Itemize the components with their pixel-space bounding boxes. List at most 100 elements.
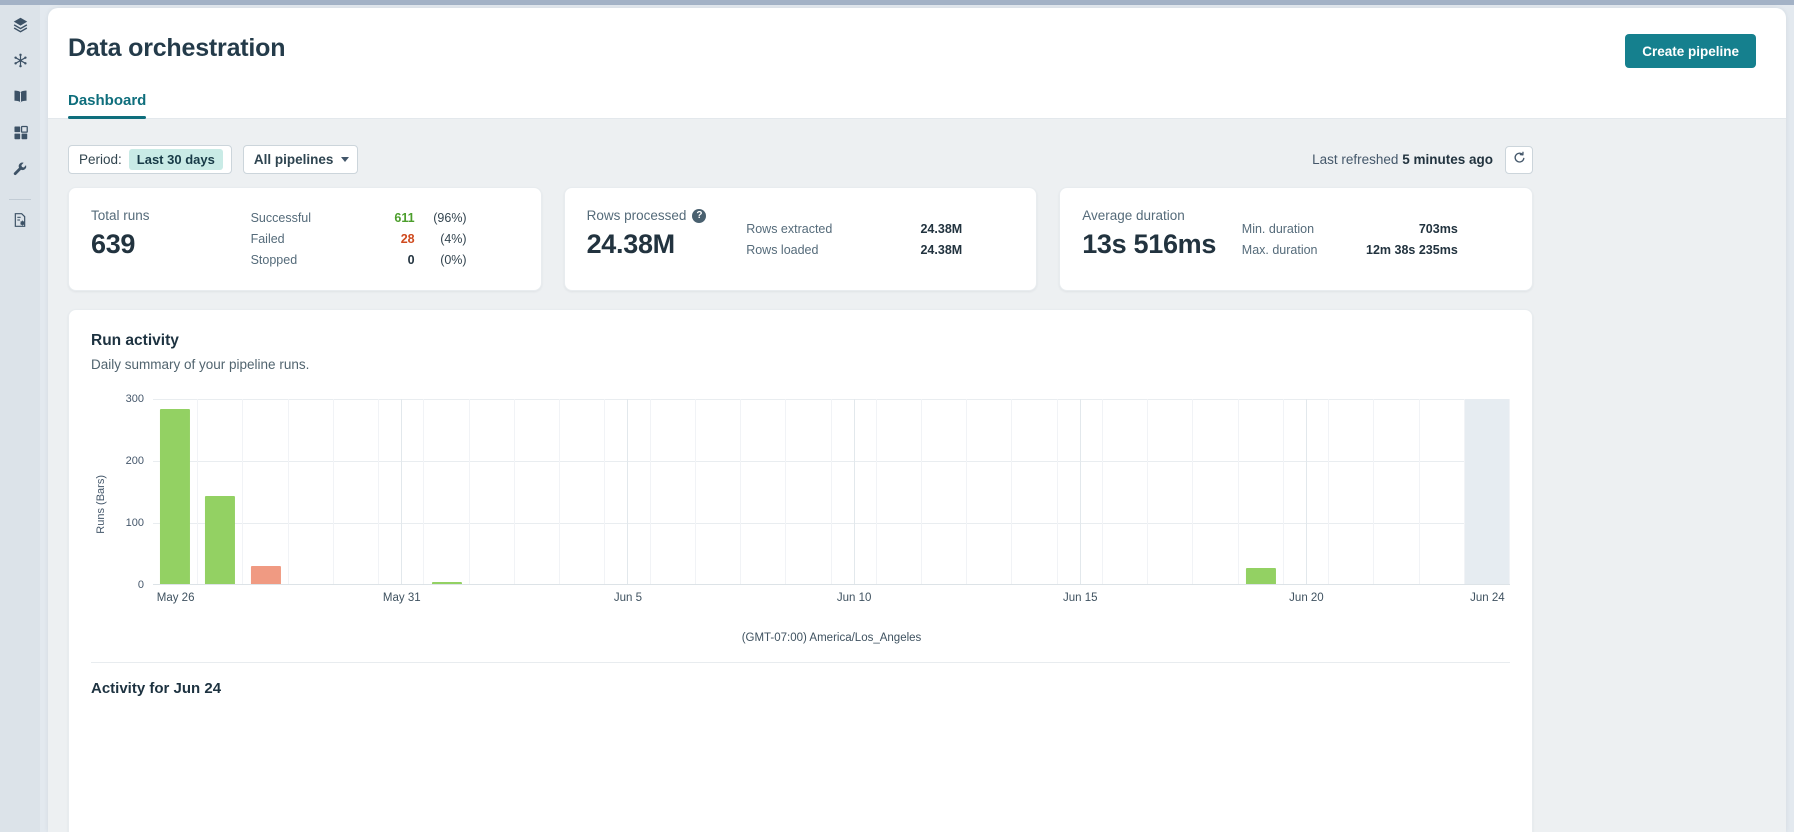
chart-bar-success[interactable] [160, 409, 191, 584]
run-activity-subtitle: Daily summary of your pipeline runs. [91, 357, 310, 372]
successful-count: 611 [394, 211, 415, 225]
chart-plot [153, 399, 1511, 585]
pipeline-filter-value: All pipelines [253, 152, 334, 167]
rows-loaded-label: Rows loaded [746, 242, 819, 257]
successful-pct: (96%) [433, 211, 467, 225]
chart-column [696, 399, 742, 584]
chart-column [877, 399, 922, 584]
chart-column [967, 399, 1013, 584]
chart-column [741, 399, 787, 584]
grid-icon [12, 124, 29, 146]
chart-column-highlighted [1464, 399, 1511, 584]
chart-column [153, 399, 199, 584]
total-runs-label: Total runs [91, 208, 150, 223]
x-tick-label: Jun 5 [613, 592, 643, 604]
tab-dashboard[interactable]: Dashboard [68, 92, 147, 119]
chevron-down-icon [341, 157, 350, 162]
average-duration-card: Average duration 13s 516ms Min. duration… [1059, 187, 1533, 291]
x-tick-label: Jun 10 [836, 592, 872, 604]
rows-loaded-value: 24.38M [920, 242, 963, 257]
sidebar-item-settings-tools[interactable] [6, 157, 34, 185]
sidebar-item-logs[interactable] [6, 208, 34, 236]
sidebar-item-catalog[interactable] [6, 85, 34, 113]
filters-toolbar: Period: Last 30 days All pipelines Last … [68, 145, 1533, 174]
sidebar-item-dashboards[interactable] [6, 121, 34, 149]
rows-extracted-value: 24.38M [920, 221, 963, 236]
page-header: Data orchestration Create pipeline [48, 8, 1786, 68]
section-divider [91, 662, 1510, 663]
v-gridline [401, 399, 403, 584]
x-tick-label: Jun 20 [1289, 592, 1324, 604]
failed-pct: (4%) [440, 232, 467, 246]
wrench-icon [12, 161, 28, 182]
rows-processed-card: Rows processed ? 24.38M Rows extracted 2… [563, 187, 1038, 291]
rows-processed-value: 24.38M [586, 229, 676, 259]
chart-x-axis: May 26 May 31 Jun 5 Jun 10 Jun 15 Jun 20 Jun 2… [153, 592, 1510, 610]
rows-processed-label-text: Rows processed [586, 208, 687, 223]
refresh-icon [1512, 150, 1527, 170]
failed-label: Failed [250, 232, 285, 246]
tab-bar: Dashboard [48, 92, 1786, 119]
max-duration-row: Max. duration 12m 38s 235ms [1242, 243, 1458, 257]
sidebar-item-pipelines[interactable] [6, 13, 34, 41]
chart-column [1058, 399, 1103, 584]
last-refreshed-value: 5 minutes ago [1402, 152, 1493, 167]
v-gridline [1079, 399, 1081, 584]
period-filter[interactable]: Period: Last 30 days [68, 145, 232, 174]
total-runs-value: 639 [91, 229, 136, 259]
failed-row: Failed 28 (4%) [251, 232, 467, 246]
main-panel: Data orchestration Create pipeline Dashb… [48, 8, 1786, 832]
page-title: Data orchestration [68, 34, 286, 62]
stopped-count: 0 [407, 253, 415, 267]
create-pipeline-button[interactable]: Create pipeline [1625, 34, 1756, 68]
last-refreshed-prefix: Last refreshed [1312, 152, 1399, 167]
chart-column [1103, 399, 1149, 584]
total-runs-card: Total runs 639 Successful 611 (96%) Fail… [68, 187, 542, 291]
max-duration-value: 12m 38s 235ms [1366, 242, 1458, 257]
chart-column [832, 399, 877, 584]
app-sidebar [0, 5, 40, 832]
max-duration-label: Max. duration [1241, 242, 1318, 257]
chart-column [1284, 399, 1330, 584]
y-tick-label: 300 [125, 393, 144, 405]
chart-bar-failed[interactable] [250, 566, 281, 584]
y-tick-label: 0 [137, 579, 144, 591]
min-duration-row: Min. duration 703ms [1242, 222, 1458, 236]
chart-column [605, 399, 651, 584]
layers-icon [12, 16, 29, 38]
x-tick-label: Jun 15 [1063, 592, 1098, 604]
chart-bar-success[interactable] [205, 495, 236, 584]
y-tick-label: 100 [125, 517, 144, 529]
stopped-pct: (0%) [440, 253, 467, 267]
average-duration-value: 13s 516ms [1082, 229, 1217, 259]
period-label: Period: [79, 152, 122, 167]
chart-column [651, 399, 696, 584]
rows-extracted-row: Rows extracted 24.38M [746, 222, 962, 236]
pipeline-filter-dropdown[interactable]: All pipelines [242, 145, 359, 174]
successful-label: Successful [250, 211, 312, 225]
chart-column [1193, 399, 1239, 584]
x-tick-label: May 26 [156, 592, 195, 604]
successful-row: Successful 611 (96%) [251, 211, 467, 225]
chart-bar-success[interactable] [1245, 567, 1276, 584]
stopped-label: Stopped [250, 253, 298, 267]
period-value-chip: Last 30 days [128, 149, 223, 170]
chart-plot-wrap: May 26 May 31 Jun 5 Jun 10 Jun 15 Jun 20 Jun 2… [153, 399, 1511, 610]
chart-column [1329, 399, 1375, 584]
v-gridline [1305, 399, 1307, 584]
average-duration-label: Average duration [1082, 208, 1185, 223]
chart-column [922, 399, 968, 584]
y-tick-label: 200 [125, 455, 144, 467]
last-refreshed-text: Last refreshed 5 minutes ago [1312, 152, 1493, 167]
chart-bar-success[interactable] [431, 582, 462, 584]
refresh-button[interactable] [1505, 145, 1533, 174]
failed-count: 28 [400, 232, 415, 246]
active-tab-underline [68, 116, 147, 119]
help-icon[interactable]: ? [692, 208, 707, 223]
run-activity-chart: Runs (Bars) 0 100 200 300 May 26 May 31 Jun 5… [91, 393, 1511, 610]
sidebar-item-transformations[interactable] [6, 49, 34, 77]
chart-column [786, 399, 832, 584]
run-activity-card: Run activity Daily summary of your pipel… [68, 309, 1533, 832]
stats-cards-row: Total runs 639 Successful 611 (96%) Fail… [68, 187, 1533, 291]
rows-extracted-label: Rows extracted [746, 221, 833, 236]
